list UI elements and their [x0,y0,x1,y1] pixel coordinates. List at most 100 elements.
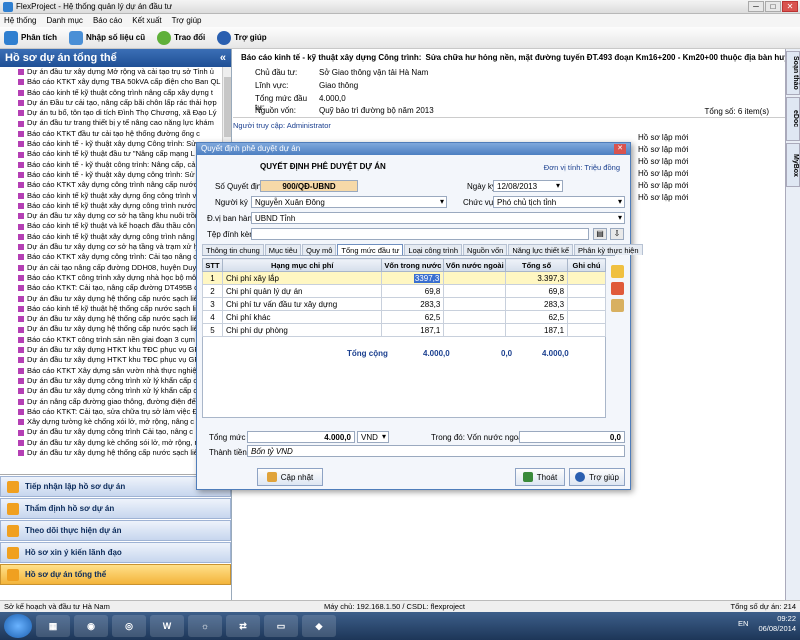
import-old-data-button[interactable]: Nhập số liệu cũ [69,30,145,45]
firefox-icon[interactable]: ◉ [74,615,108,637]
currency-select[interactable]: VND [357,431,389,443]
dialog-close-button[interactable]: ✕ [614,144,626,154]
nav-button[interactable]: Hồ sơ dự án tổng thể [0,564,231,585]
tab-total-investment[interactable]: Tổng mức đầu tư [337,244,404,255]
cell-vnn[interactable] [443,271,507,285]
tab-phases[interactable]: Phân kỳ thực hiện [574,244,643,255]
tree-item[interactable]: Báo cáo KTKT xây dựng TBA 50kVA cấp điện… [0,77,231,87]
signer-field[interactable]: Nguyễn Xuân Đông [251,196,447,208]
folder-icon[interactable]: ▤ [593,228,607,240]
tree-item[interactable]: Dự án đầu tư xây dựng Mở rộng và cải tạo… [0,67,231,77]
cell-note[interactable] [567,323,606,337]
cell-tong[interactable]: 62,5 [505,310,569,324]
flexproject-icon[interactable]: ◆ [302,615,336,637]
app-icon-taskbar[interactable]: ☼ [188,615,222,637]
update-button[interactable]: Cập nhật [257,468,323,486]
cell-name[interactable]: Chi phí tư vấn đầu tư xây dựng [221,297,383,311]
cell-vnn[interactable] [443,310,507,324]
exchange-button[interactable]: Trao đổi [157,30,205,45]
tab-design-capacity[interactable]: Năng lực thiết kế [508,244,574,255]
col-note[interactable]: Ghi chú [567,258,606,272]
cell-name[interactable]: Chi phí quản lý dự án [221,284,383,298]
attachment-field[interactable] [251,228,589,240]
nav-button[interactable]: Hồ sơ xin ý kiến lãnh đạo [0,542,231,563]
menu-tro-giup[interactable]: Trợ giúp [172,16,202,25]
menu-ket-xuat[interactable]: Kết xuất [132,16,161,25]
table-row[interactable]: 3 Chi phí tư vấn đầu tư xây dựng 283,3 283,… [202,297,606,311]
cell-name[interactable]: Chi phí dự phòng [221,323,383,337]
nav-button[interactable]: Thẩm định hồ sơ dự án [0,498,231,519]
cell-vnn[interactable] [443,297,507,311]
maximize-button[interactable]: □ [765,1,781,12]
close-button[interactable]: ✕ [782,1,798,12]
cell-vtn[interactable]: 69,8 [381,284,445,298]
cell-name[interactable]: Chi phí khác [221,310,383,324]
cell-vtn[interactable]: 3397,3 [381,271,445,285]
cell-stt[interactable]: 5 [202,323,223,337]
cell-note[interactable] [567,271,606,285]
exit-button[interactable]: Thoát [515,468,565,486]
col-total[interactable]: Tổng số [505,258,569,272]
tab-mybox[interactable]: MyBox [786,143,800,187]
tab-goals[interactable]: Mục tiêu [264,244,302,255]
tree-item[interactable]: Báo cáo kinh tế kỹ thuật công trình nâng… [0,88,231,98]
cell-stt[interactable]: 4 [202,310,223,324]
nav-button[interactable]: Theo dõi thực hiện dự án [0,520,231,541]
tab-general[interactable]: Thông tin chung [202,244,264,255]
menu-danh-muc[interactable]: Danh mục [46,16,82,25]
cell-vnn[interactable] [443,284,507,298]
col-stt[interactable]: STT [202,258,223,272]
window-icon[interactable]: ▭ [264,615,298,637]
col-domestic[interactable]: Vốn trong nước [381,258,445,272]
tab-project-type[interactable]: Loại công trình [404,244,463,255]
cell-stt[interactable]: 1 [202,271,223,285]
cell-tong[interactable]: 283,3 [505,297,569,311]
teamviewer-icon[interactable]: ⇄ [226,615,260,637]
tree-item[interactable]: Dự án tu bổ, tôn tạo di tích Đình Thọ Ch… [0,108,231,118]
explorer-icon[interactable]: ▦ [36,615,70,637]
cell-name[interactable]: Chi phí xây lắp [221,271,383,285]
cell-note[interactable] [567,297,606,311]
menu-bao-cao[interactable]: Báo cáo [93,16,122,25]
table-row[interactable]: 4 Chi phí khác 62,5 62,5 [202,310,606,324]
cell-tong[interactable]: 69,8 [505,284,569,298]
cell-vtn[interactable]: 187,1 [381,323,445,337]
cell-note[interactable] [567,310,606,324]
decision-number-field[interactable]: 900/QĐ-UBND [260,180,358,192]
cell-vtn[interactable]: 283,3 [381,297,445,311]
cell-vnn[interactable] [443,323,507,337]
menu-he-thong[interactable]: Hệ thống [4,16,36,25]
tab-scale[interactable]: Quy mô [302,244,337,255]
col-foreign[interactable]: Vốn nước ngoài [443,258,507,272]
tab-edoc[interactable]: eDoc [786,97,800,141]
start-button[interactable] [4,614,32,638]
cell-tong[interactable]: 3.397,3 [505,271,569,285]
help-button[interactable]: Trợ giúp [217,30,267,45]
col-item[interactable]: Hạng mục chi phí [221,258,383,272]
tree-item[interactable]: Dự án đầu tư trang thiết bị y tế nâng ca… [0,118,231,128]
cell-tong[interactable]: 187,1 [505,323,569,337]
cell-vtn[interactable]: 62,5 [381,310,445,324]
analyze-button[interactable]: Phân tích [4,30,57,45]
table-row[interactable]: 1 Chi phí xây lắp 3397,3 3.397,3 [202,271,606,285]
edit-icon[interactable] [611,299,624,312]
foreign-capital-field[interactable]: 0,0 [519,431,625,443]
cell-stt[interactable]: 2 [202,284,223,298]
delete-row-icon[interactable] [611,282,624,295]
table-row[interactable]: 2 Chi phí quản lý dự án 69,8 69,8 [202,284,606,298]
cell-note[interactable] [567,284,606,298]
tree-item[interactable]: Báo cáo KTKT đầu tư cải tạo hệ thống đườ… [0,129,231,139]
cell-stt[interactable]: 3 [202,297,223,311]
tree-item[interactable]: Dự án Đầu tư cải tạo, nâng cấp bãi chôn … [0,98,231,108]
cell-edit-value[interactable]: 3397,3 [413,273,441,283]
chrome-icon[interactable]: ◎ [112,615,146,637]
tab-capital-source[interactable]: Nguồn vốn [463,244,508,255]
collapse-icon[interactable]: « [220,52,226,64]
download-icon[interactable]: ⇩ [610,228,624,240]
table-row[interactable]: 5 Chi phí dự phòng 187,1 187,1 [202,323,606,337]
word-icon[interactable]: W [150,615,184,637]
language-indicator[interactable]: EN [738,619,748,629]
total-investment-field[interactable]: 4.000,0 [247,431,355,443]
add-row-icon[interactable] [611,265,624,278]
issuer-field[interactable]: UBND Tỉnh [251,212,625,224]
